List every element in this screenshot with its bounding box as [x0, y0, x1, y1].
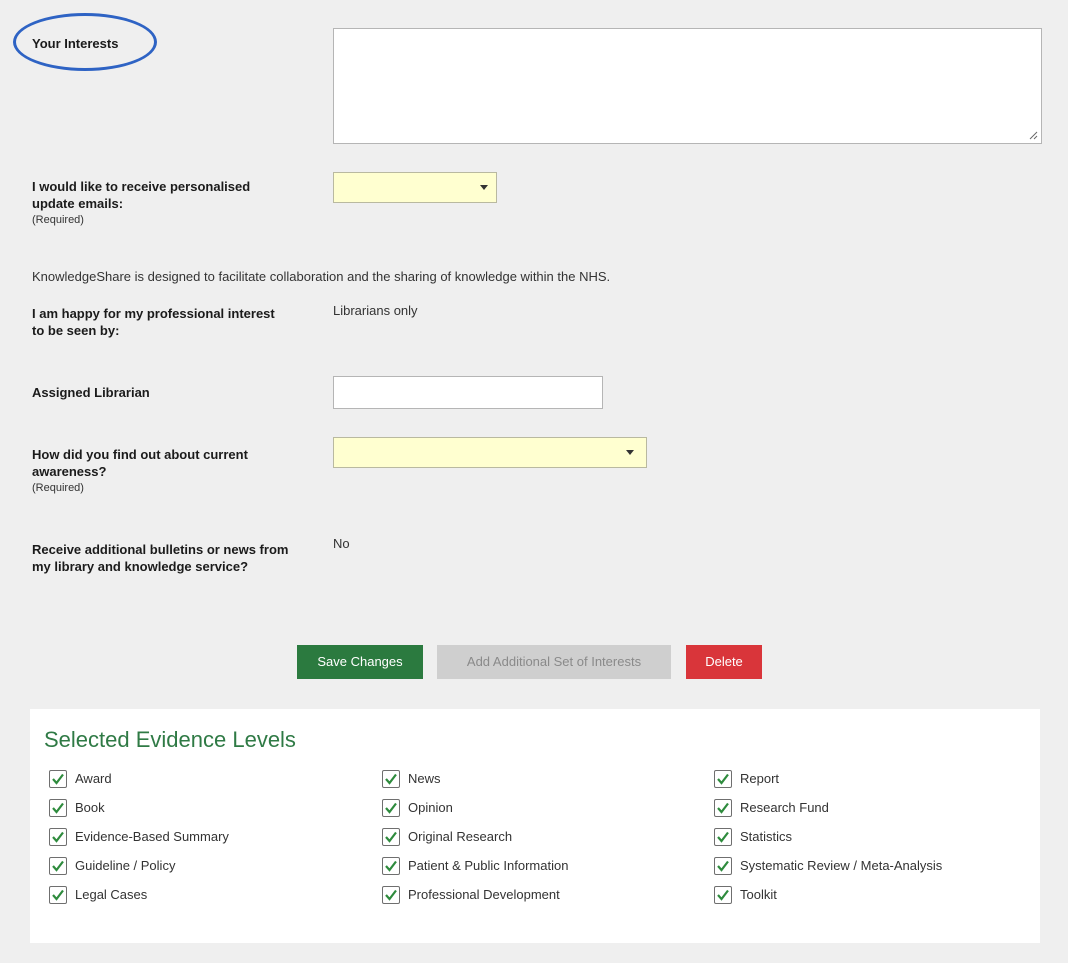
update-emails-field-label: I would like to receive personalised upd…: [32, 178, 292, 226]
evidence-checkbox-label: Research Fund: [740, 800, 829, 815]
evidence-checkbox-label: Book: [75, 800, 105, 815]
evidence-checkbox[interactable]: [382, 857, 400, 875]
assigned-librarian-input[interactable]: [333, 376, 603, 409]
evidence-checkbox[interactable]: [382, 770, 400, 788]
evidence-checkbox-label: Guideline / Policy: [75, 858, 176, 873]
delete-button[interactable]: Delete: [686, 645, 762, 679]
checkmark-icon: [717, 860, 729, 872]
evidence-checkbox[interactable]: [49, 886, 67, 904]
evidence-checkbox[interactable]: [49, 799, 67, 817]
evidence-checkbox[interactable]: [49, 770, 67, 788]
evidence-checkbox[interactable]: [49, 857, 67, 875]
evidence-checkbox-label: Toolkit: [740, 887, 777, 902]
evidence-checkbox-label: Evidence-Based Summary: [75, 829, 229, 844]
evidence-checkbox[interactable]: [714, 770, 732, 788]
evidence-checkbox-label: Opinion: [408, 800, 453, 815]
checkmark-icon: [385, 831, 397, 843]
evidence-checkbox[interactable]: [714, 857, 732, 875]
awareness-field-label: How did you find out about current aware…: [32, 446, 292, 494]
awareness-required: (Required): [32, 482, 84, 494]
resize-handle-icon[interactable]: [1029, 131, 1038, 140]
visibility-value: Librarians only: [333, 303, 418, 318]
chevron-down-icon: [626, 450, 634, 455]
evidence-checkbox[interactable]: [49, 828, 67, 846]
checkmark-icon: [717, 802, 729, 814]
evidence-checkbox-label: Report: [740, 771, 780, 786]
awareness-label: How did you find out about current aware…: [32, 447, 248, 479]
awareness-select[interactable]: [333, 437, 647, 468]
chevron-down-icon: [480, 185, 488, 190]
visibility-label: I am happy for my professional interest …: [32, 306, 275, 338]
evidence-checkbox-label: Award: [75, 771, 112, 786]
your-interests-label: Your Interests: [32, 36, 119, 51]
checkmark-icon: [52, 831, 64, 843]
evidence-checkbox-label: Systematic Review / Meta-Analysis: [740, 858, 943, 873]
evidence-checkbox[interactable]: [714, 799, 732, 817]
evidence-checkbox[interactable]: [714, 886, 732, 904]
evidence-checkbox[interactable]: [382, 886, 400, 904]
checkmark-icon: [385, 802, 397, 814]
checkmark-icon: [52, 802, 64, 814]
bulletins-value: No: [333, 536, 350, 551]
bulletins-label: Receive additional bulletins or news fro…: [32, 542, 289, 574]
evidence-checkbox[interactable]: [382, 828, 400, 846]
update-emails-label: I would like to receive personalised upd…: [32, 179, 251, 211]
your-interests-textarea[interactable]: [333, 28, 1042, 144]
checkmark-icon: [717, 889, 729, 901]
assigned-librarian-label: Assigned Librarian: [32, 385, 150, 400]
evidence-checkbox-label: Legal Cases: [75, 887, 148, 902]
evidence-levels-title: Selected Evidence Levels: [44, 727, 296, 752]
checkmark-icon: [717, 831, 729, 843]
checkmark-icon: [52, 773, 64, 785]
checkmark-icon: [52, 860, 64, 872]
checkmark-icon: [385, 773, 397, 785]
checkmark-icon: [385, 860, 397, 872]
update-emails-select[interactable]: [333, 172, 497, 203]
evidence-checkbox-label: Professional Development: [408, 887, 560, 902]
save-changes-button[interactable]: Save Changes: [297, 645, 423, 679]
evidence-checkbox-label: Statistics: [740, 829, 793, 844]
evidence-levels-panel: Selected Evidence Levels Award Book Eviden…: [30, 709, 1040, 943]
evidence-checkbox-label: Patient & Public Information: [408, 858, 569, 873]
update-emails-required: (Required): [32, 214, 84, 226]
evidence-checkbox-label: Original Research: [408, 829, 513, 844]
add-interests-button[interactable]: Add Additional Set of Interests: [437, 645, 671, 679]
evidence-checkbox[interactable]: [714, 828, 732, 846]
checkmark-icon: [52, 889, 64, 901]
checkmark-icon: [717, 773, 729, 785]
evidence-checkbox[interactable]: [382, 799, 400, 817]
knowledgeshare-intro-text: KnowledgeShare is designed to facilitate…: [32, 269, 611, 284]
checkmark-icon: [385, 889, 397, 901]
evidence-checkbox-label: News: [408, 771, 441, 786]
